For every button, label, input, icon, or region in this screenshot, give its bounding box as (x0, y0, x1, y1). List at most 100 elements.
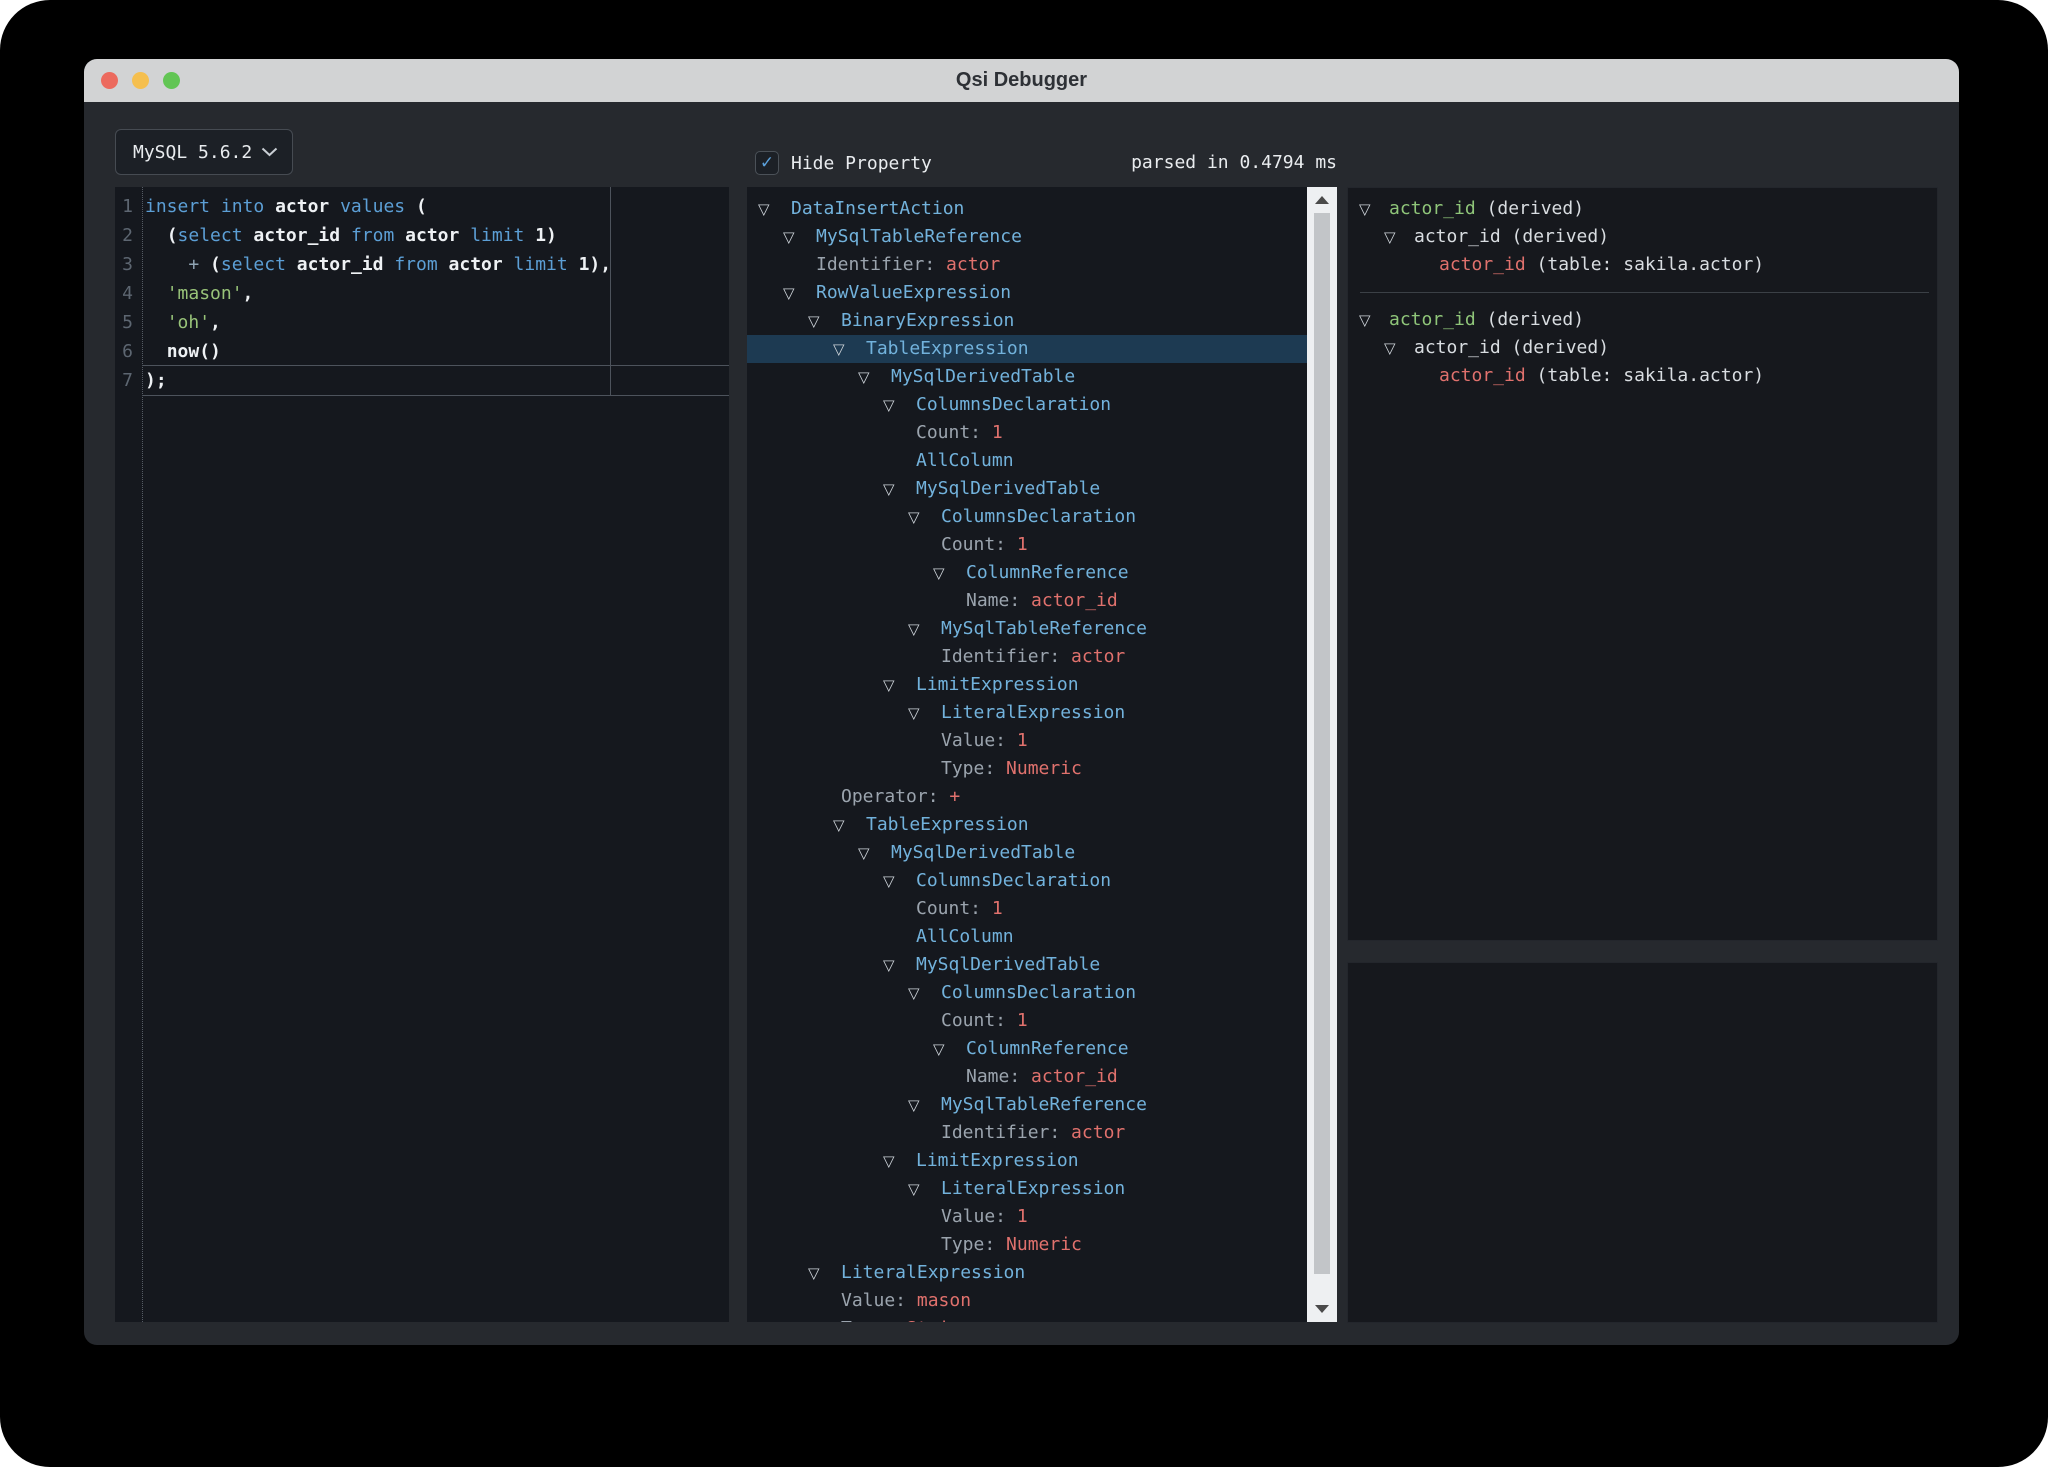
collapse-triangle-icon[interactable]: ▽ (1359, 306, 1389, 334)
collapse-triangle-icon[interactable]: ▽ (808, 1259, 841, 1287)
collapse-triangle-icon[interactable]: ▽ (758, 195, 791, 223)
derived-column-row[interactable]: actor_id (table: sakila.actor) (1348, 251, 1937, 279)
ast-property-row[interactable]: Value: 1 (747, 727, 1307, 755)
collapse-triangle-icon[interactable]: ▽ (883, 951, 916, 979)
ast-property-row[interactable]: Type: String (747, 1315, 1307, 1322)
collapse-triangle-icon[interactable]: ▽ (858, 363, 891, 391)
collapse-triangle-icon[interactable]: ▽ (1384, 334, 1414, 362)
ast-property-row[interactable]: Type: Numeric (747, 1231, 1307, 1259)
ast-node-row[interactable]: ▽MySqlTableReference (747, 223, 1307, 251)
code-line[interactable]: 'oh', (145, 308, 729, 337)
collapse-triangle-icon[interactable]: ▽ (833, 811, 866, 839)
editor-code-area[interactable]: insert into actor values ( (select actor… (145, 192, 729, 395)
collapse-triangle-icon[interactable]: ▽ (908, 1175, 941, 1203)
ast-node-row[interactable]: AllColumn (747, 447, 1307, 475)
ast-node-row[interactable]: ▽LiteralExpression (747, 1175, 1307, 1203)
ast-node-row[interactable]: ▽TableExpression (747, 811, 1307, 839)
ast-node-row[interactable]: ▽DataInsertAction (747, 195, 1307, 223)
scroll-up-arrow-icon[interactable] (1307, 187, 1337, 213)
ast-property-row[interactable]: Identifier: actor (747, 251, 1307, 279)
collapse-triangle-icon[interactable]: ▽ (1384, 223, 1414, 251)
derived-column-row[interactable]: actor_id (table: sakila.actor) (1348, 362, 1937, 390)
zoom-button[interactable] (163, 72, 180, 89)
ast-node-row[interactable]: ▽MySqlDerivedTable (747, 475, 1307, 503)
ast-node-row[interactable]: ▽MySqlDerivedTable (747, 363, 1307, 391)
ast-node-row[interactable]: ▽LimitExpression (747, 1147, 1307, 1175)
collapse-triangle-icon[interactable]: ▽ (783, 279, 816, 307)
collapse-triangle-icon[interactable]: ▽ (908, 699, 941, 727)
property-value: actor (1060, 643, 1125, 671)
ast-node-row[interactable]: ▽RowValueExpression (747, 279, 1307, 307)
close-button[interactable] (101, 72, 118, 89)
code-line[interactable]: ); (145, 366, 729, 395)
code-token-pl (286, 254, 297, 275)
collapse-triangle-icon[interactable]: ▽ (883, 671, 916, 699)
ast-node-row[interactable]: ▽LiteralExpression (747, 699, 1307, 727)
code-line[interactable]: now() (145, 337, 729, 366)
ast-node-row[interactable]: ▽MySqlTableReference (747, 615, 1307, 643)
derived-column-row[interactable]: ▽actor_id (derived) (1348, 195, 1937, 223)
collapse-triangle-icon[interactable]: ▽ (908, 1091, 941, 1119)
ast-property-row[interactable]: Count: 1 (747, 531, 1307, 559)
collapse-triangle-icon[interactable]: ▽ (908, 979, 941, 1007)
ast-node-row[interactable]: ▽ColumnsDeclaration (747, 503, 1307, 531)
ast-property-row[interactable]: Count: 1 (747, 419, 1307, 447)
code-line[interactable]: (select actor_id from actor limit 1) (145, 221, 729, 250)
collapse-triangle-icon[interactable]: ▽ (883, 1147, 916, 1175)
ast-property-row[interactable]: Type: Numeric (747, 755, 1307, 783)
minimize-button[interactable] (132, 72, 149, 89)
collapse-triangle-icon[interactable]: ▽ (883, 475, 916, 503)
ast-property-row[interactable]: Value: mason (747, 1287, 1307, 1315)
dialect-dropdown[interactable]: MySQL 5.6.2 (115, 129, 293, 175)
ast-node-row[interactable]: AllColumn (747, 923, 1307, 951)
tree-scrollbar[interactable] (1307, 187, 1337, 1322)
hide-property-label: Hide Property (791, 153, 932, 174)
ast-node-row[interactable]: ▽ColumnsDeclaration (747, 867, 1307, 895)
node-label: TableExpression (866, 811, 1029, 839)
ast-node-row[interactable]: ▽MySqlDerivedTable (747, 951, 1307, 979)
ast-property-row[interactable]: Count: 1 (747, 1007, 1307, 1035)
collapse-triangle-icon[interactable]: ▽ (783, 223, 816, 251)
code-line[interactable]: 'mason', (145, 279, 729, 308)
collapse-triangle-icon[interactable]: ▽ (883, 391, 916, 419)
ast-node-row[interactable]: ▽BinaryExpression (747, 307, 1307, 335)
code-token-id: actor_id (297, 254, 384, 275)
ast-property-row[interactable]: Name: actor_id (747, 587, 1307, 615)
ast-node-row[interactable]: ▽LimitExpression (747, 671, 1307, 699)
ast-node-row[interactable]: ▽MySqlTableReference (747, 1091, 1307, 1119)
collapse-triangle-icon[interactable]: ▽ (933, 559, 966, 587)
collapse-triangle-icon[interactable]: ▽ (858, 839, 891, 867)
ast-property-row[interactable]: Identifier: actor (747, 643, 1307, 671)
ast-node-row[interactable]: ▽MySqlDerivedTable (747, 839, 1307, 867)
ast-node-row[interactable]: ▽LiteralExpression (747, 1259, 1307, 1287)
scrollbar-thumb[interactable] (1314, 213, 1330, 1274)
collapse-triangle-icon[interactable]: ▽ (1359, 195, 1389, 223)
ast-property-row[interactable]: Count: 1 (747, 895, 1307, 923)
hide-property-checkbox[interactable]: ✓ (755, 151, 779, 175)
scroll-down-arrow-icon[interactable] (1307, 1296, 1337, 1322)
collapse-triangle-icon[interactable]: ▽ (833, 335, 866, 363)
titlebar[interactable]: Qsi Debugger (84, 59, 1959, 102)
sql-editor[interactable]: 1234567 insert into actor values ( (sele… (115, 187, 729, 1322)
collapse-triangle-icon[interactable]: ▽ (808, 307, 841, 335)
collapse-triangle-icon[interactable]: ▽ (908, 503, 941, 531)
collapse-triangle-icon[interactable]: ▽ (933, 1035, 966, 1063)
code-line[interactable]: insert into actor values ( (145, 192, 729, 221)
ast-property-row[interactable]: Name: actor_id (747, 1063, 1307, 1091)
collapse-triangle-icon[interactable]: ▽ (908, 615, 941, 643)
property-label: Count: (916, 895, 981, 923)
derived-column-row[interactable]: ▽actor_id (derived) (1348, 223, 1937, 251)
derived-column-row[interactable]: ▽actor_id (derived) (1348, 306, 1937, 334)
code-token-id: actor_id (253, 225, 340, 246)
collapse-triangle-icon[interactable]: ▽ (883, 867, 916, 895)
ast-node-row[interactable]: ▽TableExpression (747, 335, 1307, 363)
ast-property-row[interactable]: Identifier: actor (747, 1119, 1307, 1147)
ast-property-row[interactable]: Value: 1 (747, 1203, 1307, 1231)
derived-column-row[interactable]: ▽actor_id (derived) (1348, 334, 1937, 362)
code-line[interactable]: + (select actor_id from actor limit 1), (145, 250, 729, 279)
ast-node-row[interactable]: ▽ColumnReference (747, 1035, 1307, 1063)
ast-node-row[interactable]: ▽ColumnsDeclaration (747, 391, 1307, 419)
ast-node-row[interactable]: ▽ColumnsDeclaration (747, 979, 1307, 1007)
ast-node-row[interactable]: ▽ColumnReference (747, 559, 1307, 587)
ast-property-row[interactable]: Operator: + (747, 783, 1307, 811)
